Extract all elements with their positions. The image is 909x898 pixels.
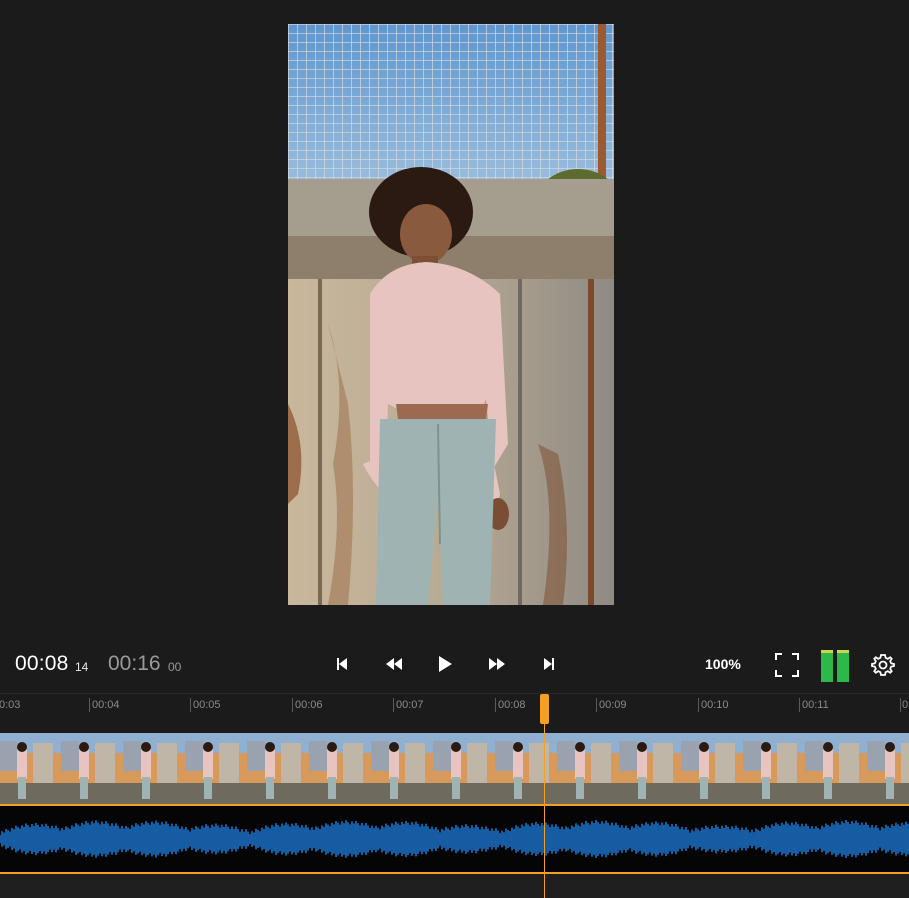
thumbnail-frame bbox=[801, 733, 863, 804]
thumbnail-frame bbox=[181, 733, 243, 804]
current-frames: 14 bbox=[75, 660, 89, 674]
thumbnail-frame bbox=[0, 733, 57, 804]
settings-button[interactable] bbox=[870, 652, 896, 678]
ruler-label: 00:05 bbox=[193, 699, 221, 711]
play-icon bbox=[439, 656, 452, 672]
meter-right-channel bbox=[837, 650, 849, 682]
ruler-label: 00:06 bbox=[295, 699, 323, 711]
playhead-line bbox=[544, 694, 545, 898]
ruler-label: 00:10 bbox=[701, 699, 729, 711]
thumbnail-frame bbox=[615, 733, 677, 804]
rewind-icon bbox=[386, 658, 402, 670]
ruler-label: 0 bbox=[902, 699, 909, 711]
thumbnail-frame bbox=[305, 733, 367, 804]
zoom-level[interactable]: 100% bbox=[705, 656, 741, 672]
thumbnail-frame bbox=[429, 733, 491, 804]
ruler-label: 00:07 bbox=[396, 699, 424, 711]
skip-to-end-button[interactable] bbox=[535, 650, 563, 678]
video-frame-image bbox=[288, 24, 614, 605]
ruler-label: 00:04 bbox=[92, 699, 120, 711]
skip-to-end-icon bbox=[544, 658, 554, 670]
thumbnail-frame bbox=[57, 733, 119, 804]
thumbnail-frame bbox=[739, 733, 801, 804]
ruler-label: 00:09 bbox=[599, 699, 627, 711]
timeline-ruler[interactable]: 0:03 00:04 00:05 00:06 00:07 00:08 00:09… bbox=[0, 693, 909, 724]
play-button[interactable] bbox=[431, 650, 459, 678]
thumbnail-frame bbox=[677, 733, 739, 804]
fullscreen-icon bbox=[775, 653, 799, 677]
ruler-label: 0:03 bbox=[0, 699, 21, 711]
transport-bar: 00:08 14 00:16 00 100% bbox=[0, 640, 909, 692]
thumbnail-frame bbox=[553, 733, 615, 804]
thumbnail-frame bbox=[863, 733, 909, 804]
thumbnail-frame bbox=[119, 733, 181, 804]
thumbnail-frame bbox=[367, 733, 429, 804]
skip-to-start-icon bbox=[337, 658, 347, 670]
video-track[interactable] bbox=[0, 733, 909, 806]
rewind-button[interactable] bbox=[380, 650, 408, 678]
video-preview[interactable] bbox=[288, 24, 614, 605]
meter-left-channel bbox=[821, 650, 833, 682]
gear-icon bbox=[871, 654, 895, 676]
audio-level-meter bbox=[821, 650, 849, 682]
fast-forward-button[interactable] bbox=[483, 650, 511, 678]
current-timecode: 00:08 bbox=[15, 652, 69, 675]
fast-forward-icon bbox=[489, 658, 505, 670]
ruler-label: 00:08 bbox=[498, 699, 526, 711]
ruler-label: 00:11 bbox=[802, 699, 829, 711]
preview-panel bbox=[0, 0, 909, 640]
playhead-handle[interactable] bbox=[540, 694, 549, 724]
fullscreen-button[interactable] bbox=[774, 652, 800, 678]
waveform-path bbox=[0, 820, 909, 858]
total-frames: 00 bbox=[168, 660, 182, 674]
total-duration: 00:16 bbox=[108, 652, 161, 675]
empty-track bbox=[0, 874, 909, 898]
audio-waveform bbox=[0, 820, 909, 858]
video-thumbnails bbox=[0, 733, 909, 804]
audio-track[interactable] bbox=[0, 806, 909, 874]
thumbnail-frame bbox=[243, 733, 305, 804]
skip-to-start-button[interactable] bbox=[328, 650, 356, 678]
